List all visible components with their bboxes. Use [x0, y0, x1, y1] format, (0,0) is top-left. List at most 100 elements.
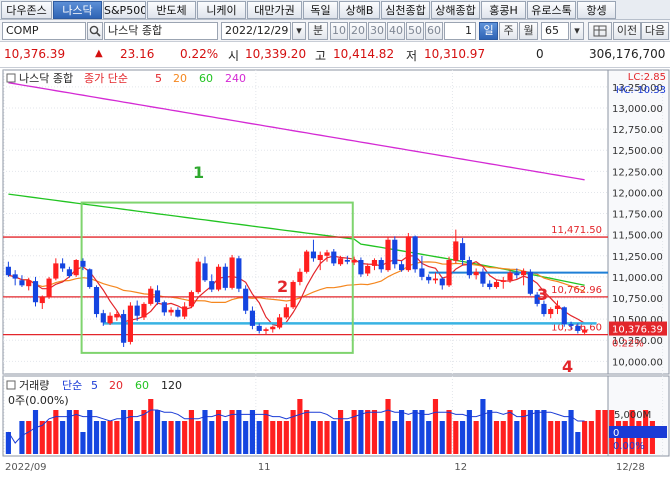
- tab-9[interactable]: 상해종합: [431, 1, 480, 19]
- period-button-0[interactable]: 일: [479, 22, 498, 40]
- candle-body: [93, 287, 100, 315]
- candle-body: [256, 325, 262, 331]
- interval-button-20[interactable]: 20: [349, 22, 367, 40]
- magnifier-icon[interactable]: [87, 22, 103, 40]
- tab-5[interactable]: 대만가권: [247, 1, 302, 19]
- y-tick-label: 12,500.00: [612, 146, 663, 157]
- tab-11[interactable]: 유로스톡: [527, 1, 576, 19]
- candle-body: [154, 290, 161, 303]
- volume-bar: [249, 410, 256, 454]
- open-price: 10,339.20: [245, 47, 307, 61]
- ma-period-5: 5: [155, 72, 162, 85]
- volume-bar: [317, 421, 323, 454]
- high-label: 고: [315, 49, 327, 63]
- annotation-4: 4: [562, 357, 573, 376]
- candle-body: [392, 239, 398, 265]
- date-picker-arrow-icon[interactable]: ▾: [292, 22, 306, 40]
- tab-1[interactable]: 나스닥: [53, 1, 102, 19]
- volume-bar: [60, 421, 66, 454]
- candle-body: [121, 314, 127, 343]
- volume-bar: [229, 410, 235, 454]
- tab-12[interactable]: 항셍: [577, 1, 616, 19]
- volume-bar: [209, 421, 215, 454]
- index-name-field: 나스닥 종합: [104, 22, 218, 40]
- volume-bar: [582, 421, 588, 454]
- tab-10[interactable]: 홍콩H: [481, 1, 526, 19]
- candle-body: [60, 263, 66, 269]
- volume-bar: [195, 421, 201, 454]
- volume-bar: [310, 421, 317, 454]
- candle-body: [249, 310, 256, 326]
- minute-button[interactable]: 분: [308, 22, 328, 40]
- volume-bar: [554, 421, 561, 454]
- x-axis-label: 12/28: [616, 462, 645, 473]
- tab-6[interactable]: 독일: [303, 1, 338, 19]
- volume-bar: [453, 421, 459, 454]
- count-stepper[interactable]: 1: [444, 22, 476, 40]
- grid-toggle-icon[interactable]: [588, 22, 612, 40]
- annotation-2: 2: [277, 277, 288, 296]
- interval-button-50[interactable]: 50: [406, 22, 424, 40]
- volume-bar: [541, 410, 547, 454]
- next-label: 다음: [644, 24, 666, 37]
- volume-bar: [161, 421, 167, 454]
- candle-body: [554, 305, 561, 309]
- interval-button-30[interactable]: 30: [368, 22, 386, 40]
- tab-2[interactable]: S&P500: [103, 1, 146, 19]
- volume-bar: [460, 421, 466, 454]
- volume-bar: [121, 410, 127, 454]
- candle-body: [26, 280, 32, 287]
- tab-8[interactable]: 심천종합: [381, 1, 430, 19]
- candle-body: [209, 281, 215, 290]
- volume-bar: [480, 399, 486, 454]
- volume-bar: [93, 421, 100, 454]
- tab-4[interactable]: 니케이: [197, 1, 246, 19]
- next-button[interactable]: 다음: [641, 22, 669, 40]
- tab-0[interactable]: 다우존스: [1, 1, 52, 19]
- candlestick-chart-area[interactable]: 13,250.00 13,000.00 12,750.00 12,500.00 12,2…: [0, 68, 670, 476]
- trade-amount: 306,176,700: [589, 47, 666, 61]
- candle-body: [66, 269, 72, 277]
- candle-body: [568, 324, 574, 326]
- volume-bar: [283, 421, 289, 454]
- prev-button[interactable]: 이전: [613, 22, 641, 40]
- period-button-1[interactable]: 주: [499, 22, 518, 40]
- volume-bar: [46, 421, 52, 454]
- volume-bar: [107, 421, 113, 454]
- volume-ma-period-5: 5: [91, 379, 98, 392]
- interval-button-10[interactable]: 10: [330, 22, 348, 40]
- interval-button-60[interactable]: 60: [425, 22, 443, 40]
- candle-body: [304, 251, 310, 272]
- volume-bar: [385, 399, 391, 454]
- volume-bar: [487, 410, 493, 454]
- volume-bar: [154, 410, 161, 454]
- candle-body: [243, 288, 249, 311]
- x-axis-label: 2022/09: [5, 462, 47, 473]
- volume-value: 0: [536, 47, 544, 61]
- y-tick-label: 10,750.00: [612, 294, 663, 305]
- volume-bar: [73, 410, 79, 454]
- candle-body: [493, 281, 500, 288]
- period-button-2[interactable]: 월: [519, 22, 538, 40]
- candle-body: [107, 315, 113, 324]
- volume-bar: [236, 410, 242, 454]
- volume-bar: [507, 410, 513, 454]
- volume-bar: [378, 421, 384, 454]
- volume-bar: [602, 410, 608, 454]
- candle-body: [324, 252, 330, 256]
- candle-body: [53, 263, 59, 279]
- tab-7[interactable]: 상해B: [339, 1, 380, 19]
- candle-body: [527, 271, 533, 294]
- candle-body: [297, 271, 303, 282]
- symbol-input[interactable]: COMP: [2, 22, 86, 40]
- bars-count-input[interactable]: 65: [541, 22, 569, 40]
- candle-body: [398, 264, 405, 271]
- candle-body: [365, 265, 371, 274]
- bars-count-arrow-icon[interactable]: ▾: [570, 22, 584, 40]
- tab-3[interactable]: 반도체: [147, 1, 196, 19]
- bars-count-value: 65: [545, 24, 559, 37]
- date-input[interactable]: 2022/12/29: [221, 22, 291, 40]
- volume-bar: [595, 410, 601, 454]
- interval-button-40[interactable]: 40: [387, 22, 405, 40]
- volume-bar: [168, 421, 174, 454]
